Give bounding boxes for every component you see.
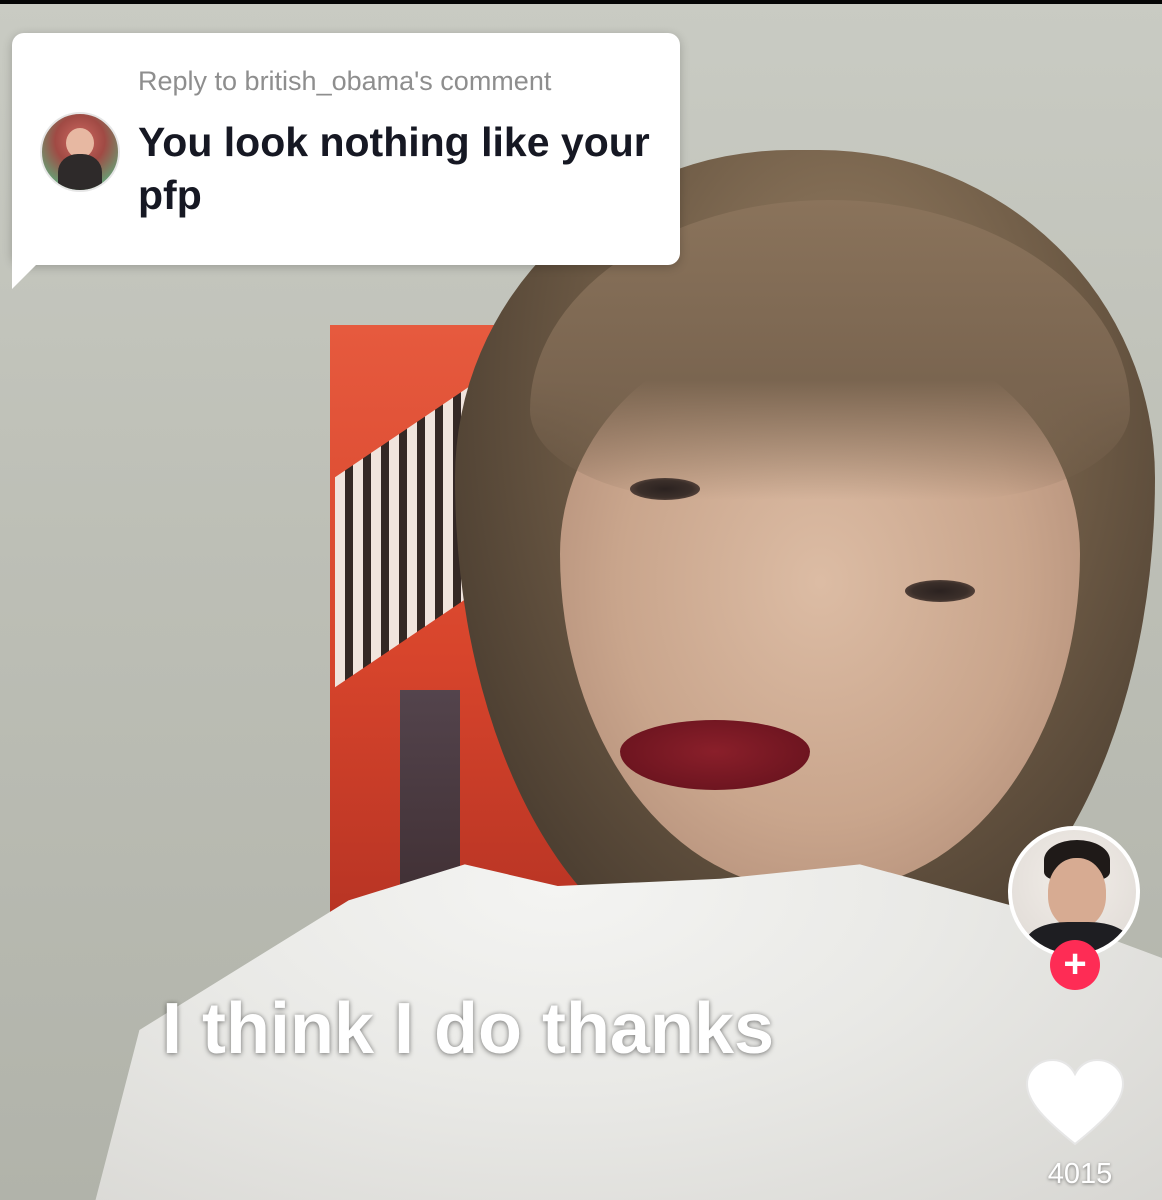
reply-header: Reply to british_obama's comment (138, 66, 552, 96)
video-caption: I think I do thanks (162, 989, 775, 1069)
creator-avatar-face (1048, 858, 1106, 928)
top-edge (0, 0, 1162, 4)
like-count: 4015 (1047, 1158, 1113, 1190)
person-eye-left (630, 478, 700, 500)
heart-icon[interactable] (1025, 1058, 1125, 1146)
follow-button[interactable]: + (1050, 940, 1100, 990)
reply-sticker-tail (12, 245, 56, 289)
person-eye-right (905, 580, 975, 602)
creator-avatar[interactable] (1008, 826, 1140, 958)
reply-comment-text: You look nothing like your pfp (138, 119, 650, 218)
commenter-avatar-body (58, 154, 102, 190)
commenter-avatar[interactable] (40, 112, 120, 192)
video-frame[interactable]: Reply to british_obama's comment You loo… (0, 0, 1162, 1200)
